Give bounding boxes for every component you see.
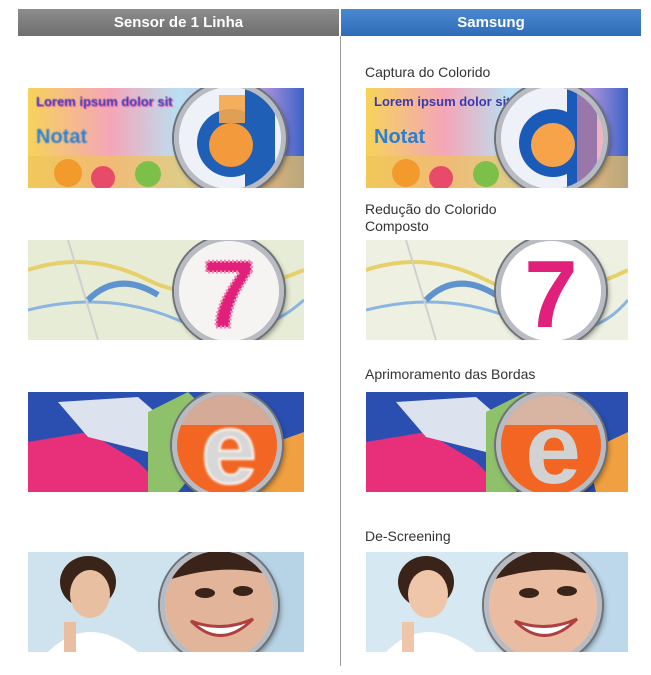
digit-seven-text: 7 (524, 241, 577, 340)
letter-e-text: e (525, 395, 581, 492)
letter-e-text: e (201, 395, 257, 492)
vector-sample-left: e (28, 392, 304, 492)
caption-captura-colorido: Captura do Colorido (365, 64, 491, 80)
header-samsung: Samsung (341, 9, 641, 36)
vector-sample-right: e (366, 392, 628, 492)
magnifier-lens-icon (160, 552, 278, 652)
digit-seven-text: 7 (202, 241, 255, 340)
headline-text: Lorem ipsum dolor sit (36, 94, 173, 109)
logo-text: Notat (374, 126, 426, 148)
caption-aprimoramento-bordas: Aprimoramento das Bordas (365, 366, 536, 382)
header-sensor-1-linha: Sensor de 1 Linha (18, 9, 339, 36)
text-sample-left: Lorem ipsum dolor sit Notat (28, 88, 304, 188)
magnifier-lens-icon: e (172, 392, 282, 492)
headline-text: Lorem ipsum dolor sit (374, 94, 511, 109)
photo-sample-left (28, 552, 304, 652)
photo-sample-right (366, 552, 628, 652)
caption-de-screening: De-Screening (365, 528, 451, 544)
map-sample-right: 7 (366, 240, 628, 340)
magnifier-lens-icon (484, 552, 602, 652)
magnifier-lens-icon (496, 88, 608, 188)
magnifier-lens-icon: 7 (174, 240, 284, 340)
magnifier-lens-icon: 7 (496, 240, 606, 340)
text-sample-right: Lorem ipsum dolor sit Notat (366, 88, 628, 188)
map-sample-left: 7 (28, 240, 304, 340)
logo-text: Notat (36, 126, 88, 148)
magnifier-lens-icon: e (496, 392, 606, 492)
caption-reducao-colorido: Redução do Colorido Composto (365, 201, 497, 234)
column-divider (340, 36, 341, 666)
magnifier-lens-icon (174, 88, 286, 188)
